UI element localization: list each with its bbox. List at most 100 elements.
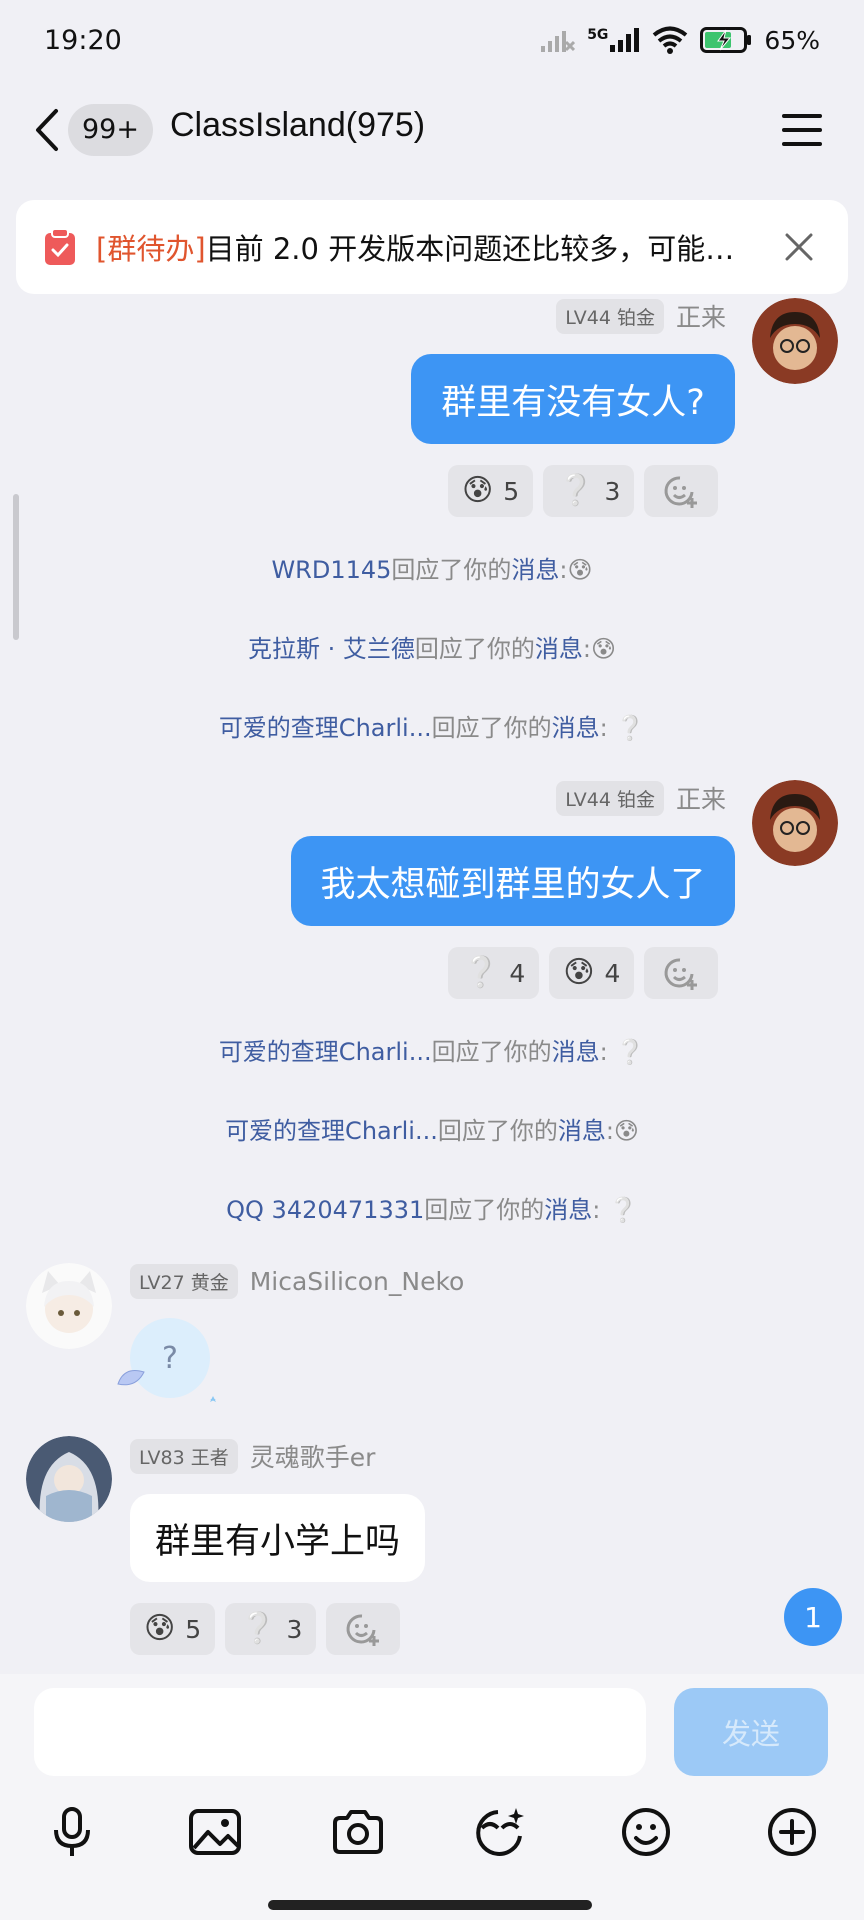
sticker-text: ? xyxy=(162,1341,178,1376)
reaction-count: 3 xyxy=(604,476,621,506)
notice-message-link[interactable]: 消息 xyxy=(511,556,559,584)
notice-user[interactable]: 可爱的查理Charli... xyxy=(219,1038,432,1066)
emoji-icon xyxy=(622,1808,670,1856)
menu-button[interactable] xyxy=(782,114,822,146)
notice-user[interactable]: WRD1145 xyxy=(271,556,391,584)
notice-message-link[interactable]: 消息 xyxy=(552,1038,600,1066)
message-bubble[interactable]: 群里有没有女人? xyxy=(411,354,735,444)
level-badge: LV83 王者 xyxy=(130,1438,238,1474)
sender-name: MicaSilicon_Neko xyxy=(249,1267,465,1296)
clipboard-check-icon xyxy=(45,228,75,265)
reaction-chip[interactable]: 😰 4 xyxy=(549,947,635,999)
plus-icon xyxy=(768,1808,816,1856)
reaction-count: 5 xyxy=(185,1614,202,1644)
sticker-image[interactable]: ? xyxy=(110,1312,230,1408)
notice-message-link[interactable]: 消息 xyxy=(544,1196,592,1224)
level-badge: LV44 铂金 xyxy=(556,298,664,334)
anxious-face-icon: 😰 xyxy=(563,955,595,990)
message-text: 我太想碰到群里的女人了 xyxy=(320,864,706,905)
battery-charging-icon xyxy=(700,27,752,53)
notice-message-link[interactable]: 消息 xyxy=(552,714,600,742)
wifi-icon xyxy=(653,26,688,54)
reaction-row: ❔ 4 😰 4 xyxy=(448,947,719,999)
reaction-count: 4 xyxy=(509,958,526,988)
reaction-row: 😰 5 ❔ 3 xyxy=(130,1603,401,1655)
message-meta: LV27 黄金 MicaSilicon_Neko xyxy=(130,1264,464,1299)
notice-user[interactable]: QQ 3420471331 xyxy=(226,1196,424,1224)
reaction-chip[interactable]: ❔ 3 xyxy=(543,465,635,517)
message-meta: LV83 王者 灵魂歌手er xyxy=(130,1438,375,1474)
message-bubble[interactable]: 群里有小学上吗 xyxy=(130,1494,425,1582)
camera-button[interactable] xyxy=(328,1802,388,1862)
more-button[interactable] xyxy=(762,1802,822,1862)
notice-message-link[interactable]: 消息 xyxy=(535,635,583,663)
signal-off-icon xyxy=(541,31,576,52)
add-reaction-button[interactable] xyxy=(644,947,719,999)
close-icon[interactable] xyxy=(782,230,816,264)
group-todo-banner[interactable]: [群待办] 目前 2.0 开发版本问题还比较多，可能… xyxy=(16,200,848,294)
reaction-notice: WRD1145回应了你的消息:😰 xyxy=(271,556,593,584)
composer-toolbar xyxy=(0,1802,864,1882)
message-text: 群里有小学上吗 xyxy=(154,1521,400,1562)
add-reaction-button[interactable] xyxy=(644,465,719,517)
photo-button[interactable] xyxy=(185,1802,245,1862)
camera-icon xyxy=(333,1810,383,1854)
anxious-face-icon: 😰 xyxy=(144,1611,176,1646)
question-mark-icon: ❔ xyxy=(239,1611,277,1646)
sticker-icon xyxy=(476,1808,524,1856)
image-icon xyxy=(189,1809,241,1855)
signal-5g-icon: 5G xyxy=(587,28,640,52)
reaction-chip[interactable]: ❔ 3 xyxy=(225,1603,317,1655)
reaction-count: 5 xyxy=(503,476,520,506)
add-emoji-icon xyxy=(665,476,698,508)
status-icons: 5G 65% xyxy=(541,26,820,55)
reaction-chip[interactable]: ❔ 4 xyxy=(448,947,540,999)
composer: 发送 xyxy=(0,1674,864,1920)
network-type: 5G xyxy=(587,27,609,43)
home-indicator[interactable] xyxy=(268,1900,592,1910)
status-bar: 19:20 5G 65% xyxy=(0,0,864,80)
reaction-notice: QQ 3420471331回应了你的消息: ❔ xyxy=(226,1196,638,1224)
todo-tag: [群待办] xyxy=(96,232,206,266)
reaction-count: 4 xyxy=(604,958,621,988)
notice-message-link[interactable]: 消息 xyxy=(558,1117,606,1145)
avatar[interactable] xyxy=(752,298,838,384)
reaction-chip[interactable]: 😰 5 xyxy=(448,465,534,517)
avatar[interactable] xyxy=(752,780,838,866)
avatar[interactable] xyxy=(26,1436,112,1522)
reaction-notice: 克拉斯 · 艾兰德回应了你的消息:😰 xyxy=(248,635,616,663)
notice-user[interactable]: 可爱的查理Charli... xyxy=(225,1117,438,1145)
reaction-notice: 可爱的查理Charli...回应了你的消息:😰 xyxy=(225,1117,639,1145)
back-button[interactable] xyxy=(30,102,64,158)
notice-user[interactable]: 可爱的查理Charli... xyxy=(219,714,432,742)
level-badge: LV27 黄金 xyxy=(130,1264,238,1299)
battery-percent: 65% xyxy=(764,25,820,55)
menu-icon xyxy=(782,114,822,146)
send-button[interactable]: 发送 xyxy=(674,1688,828,1776)
sticker-button[interactable] xyxy=(470,1802,530,1862)
message-text: 群里有没有女人? xyxy=(441,382,705,423)
microphone-icon xyxy=(54,1807,90,1856)
add-emoji-icon xyxy=(665,958,698,990)
level-badge: LV44 铂金 xyxy=(556,780,664,816)
unread-badge[interactable]: 99+ xyxy=(68,104,153,156)
voice-button[interactable] xyxy=(42,1802,102,1862)
message-meta: LV44 铂金 正来 xyxy=(556,780,726,816)
question-mark-icon: ❔ xyxy=(557,473,595,508)
reaction-row: 😰 5 ❔ 3 xyxy=(448,465,719,517)
add-reaction-button[interactable] xyxy=(326,1603,401,1655)
new-message-badge[interactable]: 1 xyxy=(784,1588,842,1646)
reaction-chip[interactable]: 😰 5 xyxy=(130,1603,216,1655)
sender-name: 正来 xyxy=(675,785,726,814)
group-title[interactable]: ClassIsland(975) xyxy=(170,106,425,145)
emoji-button[interactable] xyxy=(616,1802,676,1862)
reaction-notice: 可爱的查理Charli...回应了你的消息: ❔ xyxy=(218,714,646,742)
message-bubble[interactable]: 我太想碰到群里的女人了 xyxy=(291,836,735,926)
avatar[interactable] xyxy=(26,1263,112,1349)
notice-user[interactable]: 克拉斯 · 艾兰德 xyxy=(248,635,415,663)
reaction-notice: 可爱的查理Charli...回应了你的消息: ❔ xyxy=(218,1038,646,1066)
sender-name: 灵魂歌手er xyxy=(249,1443,376,1472)
reaction-count: 3 xyxy=(286,1614,303,1644)
sender-name: 正来 xyxy=(675,303,726,332)
message-input[interactable] xyxy=(34,1688,646,1776)
